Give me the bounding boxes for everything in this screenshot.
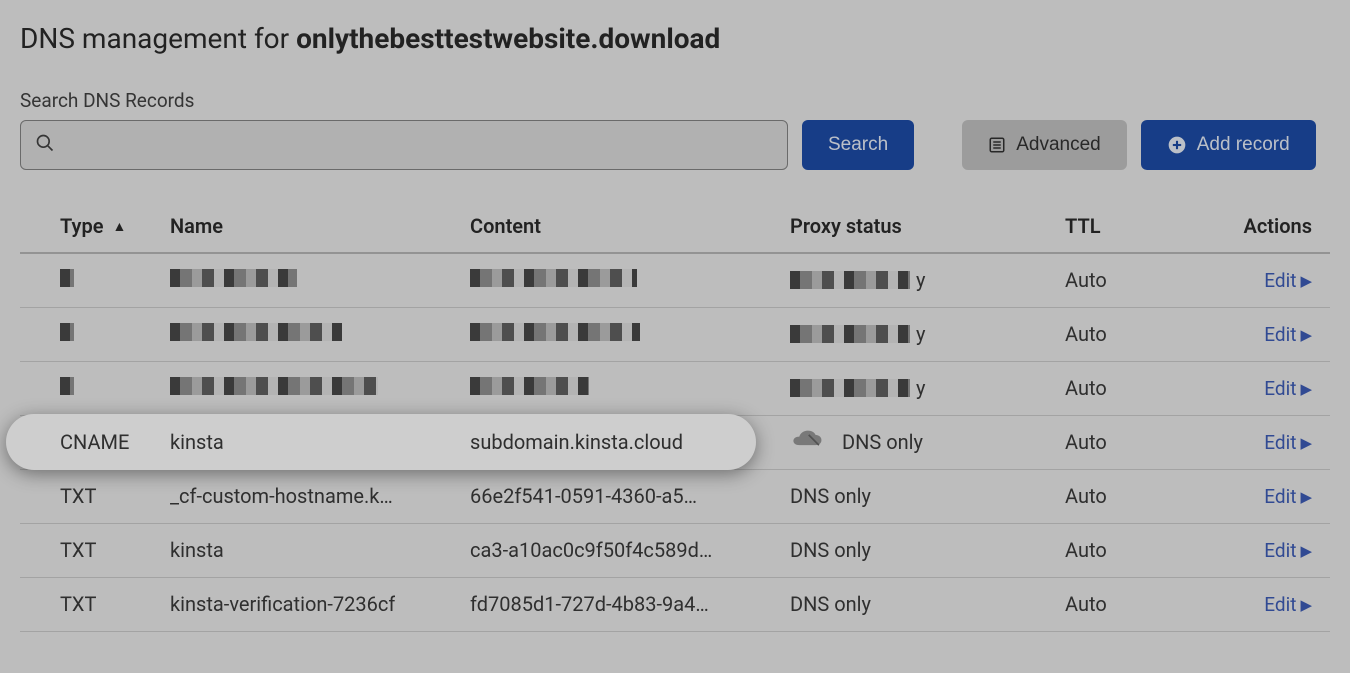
cell-ttl: Auto xyxy=(1065,577,1195,631)
caret-right-icon: ▶ xyxy=(1300,542,1312,560)
title-prefix: DNS management for xyxy=(20,22,296,55)
cell-proxy-status: DNS only xyxy=(790,415,1065,469)
cell-proxy-status: DNS only xyxy=(790,469,1065,523)
search-label: Search DNS Records xyxy=(20,89,1330,112)
caret-right-icon: ▶ xyxy=(1300,488,1312,506)
cell-content: fd7085d1-727d-4b83-9a4… xyxy=(470,577,790,631)
cell-ttl: Auto xyxy=(1065,253,1195,307)
cell-content: ca3-a10ac0c9f50f4c589d… xyxy=(470,523,790,577)
cell-actions: Edit▶ xyxy=(1195,361,1330,415)
edit-link-label: Edit xyxy=(1264,269,1296,292)
cell-actions: Edit▶ xyxy=(1195,577,1330,631)
cell-type: TXT xyxy=(20,469,170,523)
search-button[interactable]: Search xyxy=(802,120,914,170)
caret-right-icon: ▶ xyxy=(1300,596,1312,614)
cell-name: kinsta xyxy=(170,523,470,577)
cloud-off-icon xyxy=(790,429,824,456)
edit-link[interactable]: Edit▶ xyxy=(1264,539,1312,562)
search-button-label: Search xyxy=(828,134,888,156)
edit-link-label: Edit xyxy=(1264,593,1296,616)
cell-actions: Edit▶ xyxy=(1195,469,1330,523)
cell-content xyxy=(470,253,790,307)
cell-type xyxy=(20,253,170,307)
edit-link-label: Edit xyxy=(1264,377,1296,400)
edit-link[interactable]: Edit▶ xyxy=(1264,377,1312,400)
edit-link-label: Edit xyxy=(1264,485,1296,508)
table-row: TXT_cf-custom-hostname.k…66e2f541-0591-4… xyxy=(20,469,1330,523)
cell-ttl: Auto xyxy=(1065,361,1195,415)
add-record-button[interactable]: Add record xyxy=(1141,120,1316,170)
cell-actions: Edit▶ xyxy=(1195,415,1330,469)
cell-proxy-status: DNS only xyxy=(790,577,1065,631)
edit-link-label: Edit xyxy=(1264,323,1296,346)
table-row: CNAMEkinstasubdomain.kinsta.cloudDNS onl… xyxy=(20,415,1330,469)
edit-link[interactable]: Edit▶ xyxy=(1264,485,1312,508)
cell-actions: Edit▶ xyxy=(1195,523,1330,577)
edit-link[interactable]: Edit▶ xyxy=(1264,323,1312,346)
caret-right-icon: ▶ xyxy=(1300,380,1312,398)
cell-name xyxy=(170,361,470,415)
plus-circle-icon xyxy=(1167,135,1187,155)
col-header-ttl[interactable]: TTL xyxy=(1065,200,1195,253)
cell-ttl: Auto xyxy=(1065,415,1195,469)
cell-actions: Edit▶ xyxy=(1195,307,1330,361)
col-header-proxy[interactable]: Proxy status xyxy=(790,200,1065,253)
add-record-button-label: Add record xyxy=(1197,134,1290,156)
page-title: DNS management for onlythebesttestwebsit… xyxy=(20,22,1330,55)
col-header-content[interactable]: Content xyxy=(470,200,790,253)
cell-name: _cf-custom-hostname.k… xyxy=(170,469,470,523)
caret-right-icon: ▶ xyxy=(1300,326,1312,344)
dns-records-table: Type ▲ Name Content Proxy status TTL Act… xyxy=(20,200,1330,632)
caret-right-icon: ▶ xyxy=(1300,434,1312,452)
cell-type xyxy=(20,307,170,361)
cell-proxy-status: DNS only xyxy=(790,523,1065,577)
cell-name xyxy=(170,253,470,307)
col-header-type[interactable]: Type ▲ xyxy=(20,200,170,253)
advanced-button[interactable]: Advanced xyxy=(962,120,1127,170)
search-input[interactable] xyxy=(55,135,773,156)
cell-actions: Edit▶ xyxy=(1195,253,1330,307)
edit-link[interactable]: Edit▶ xyxy=(1264,431,1312,454)
cell-type: TXT xyxy=(20,577,170,631)
search-icon xyxy=(35,133,55,157)
edit-link[interactable]: Edit▶ xyxy=(1264,593,1312,616)
edit-link[interactable]: Edit▶ xyxy=(1264,269,1312,292)
cell-type xyxy=(20,361,170,415)
table-row: yAuto Edit▶ xyxy=(20,253,1330,307)
table-row: yAuto Edit▶ xyxy=(20,361,1330,415)
advanced-button-label: Advanced xyxy=(1016,134,1101,156)
cell-content: subdomain.kinsta.cloud xyxy=(470,415,790,469)
cell-content xyxy=(470,307,790,361)
cell-ttl: Auto xyxy=(1065,469,1195,523)
cell-name: kinsta-verification-7236cf xyxy=(170,577,470,631)
col-header-name[interactable]: Name xyxy=(170,200,470,253)
cell-ttl: Auto xyxy=(1065,307,1195,361)
edit-link-label: Edit xyxy=(1264,431,1296,454)
cell-type: TXT xyxy=(20,523,170,577)
cell-proxy-status: y xyxy=(790,307,1065,361)
cell-ttl: Auto xyxy=(1065,523,1195,577)
cell-content xyxy=(470,361,790,415)
sort-asc-icon: ▲ xyxy=(112,219,126,235)
cell-content: 66e2f541-0591-4360-a5… xyxy=(470,469,790,523)
table-row: yAuto Edit▶ xyxy=(20,307,1330,361)
caret-right-icon: ▶ xyxy=(1300,272,1312,290)
cell-proxy-status: y xyxy=(790,361,1065,415)
col-header-actions: Actions xyxy=(1195,200,1330,253)
cell-name xyxy=(170,307,470,361)
table-row: TXTkinstaca3-a10ac0c9f50f4c589d…DNS only… xyxy=(20,523,1330,577)
list-icon xyxy=(988,136,1006,154)
search-box[interactable] xyxy=(20,120,788,170)
cell-type: CNAME xyxy=(20,415,170,469)
table-row: TXTkinsta-verification-7236cffd7085d1-72… xyxy=(20,577,1330,631)
title-domain: onlythebesttestwebsite.download xyxy=(296,22,720,55)
cell-proxy-status: y xyxy=(790,253,1065,307)
cell-name: kinsta xyxy=(170,415,470,469)
edit-link-label: Edit xyxy=(1264,539,1296,562)
